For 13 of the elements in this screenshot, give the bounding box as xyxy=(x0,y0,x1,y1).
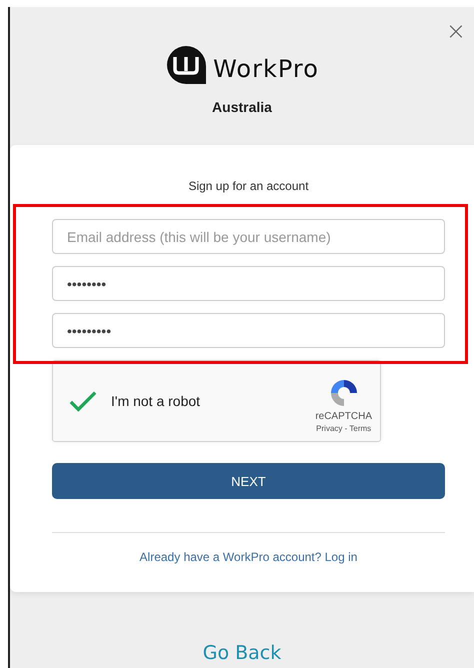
password-field[interactable]: ••••••••• xyxy=(52,313,445,348)
logo-text: WorkPro xyxy=(213,55,319,83)
close-button[interactable]: × xyxy=(442,19,470,43)
logo-icon xyxy=(165,45,208,85)
region-label: Australia xyxy=(212,99,272,115)
captcha-links[interactable]: Privacy - Terms xyxy=(316,424,372,433)
form-title: Sign up for an account xyxy=(187,179,310,193)
captcha-brand: reCAPTCHA xyxy=(315,411,372,422)
login-link[interactable]: Already have a WorkPro account? Log in xyxy=(140,550,358,564)
password-field[interactable]: •••••••• xyxy=(52,266,445,301)
next-button[interactable]: NEXT xyxy=(52,463,445,499)
captcha-label: I'm not a robot xyxy=(111,393,202,409)
email-field[interactable]: Email address (this will be your username) xyxy=(52,219,445,254)
